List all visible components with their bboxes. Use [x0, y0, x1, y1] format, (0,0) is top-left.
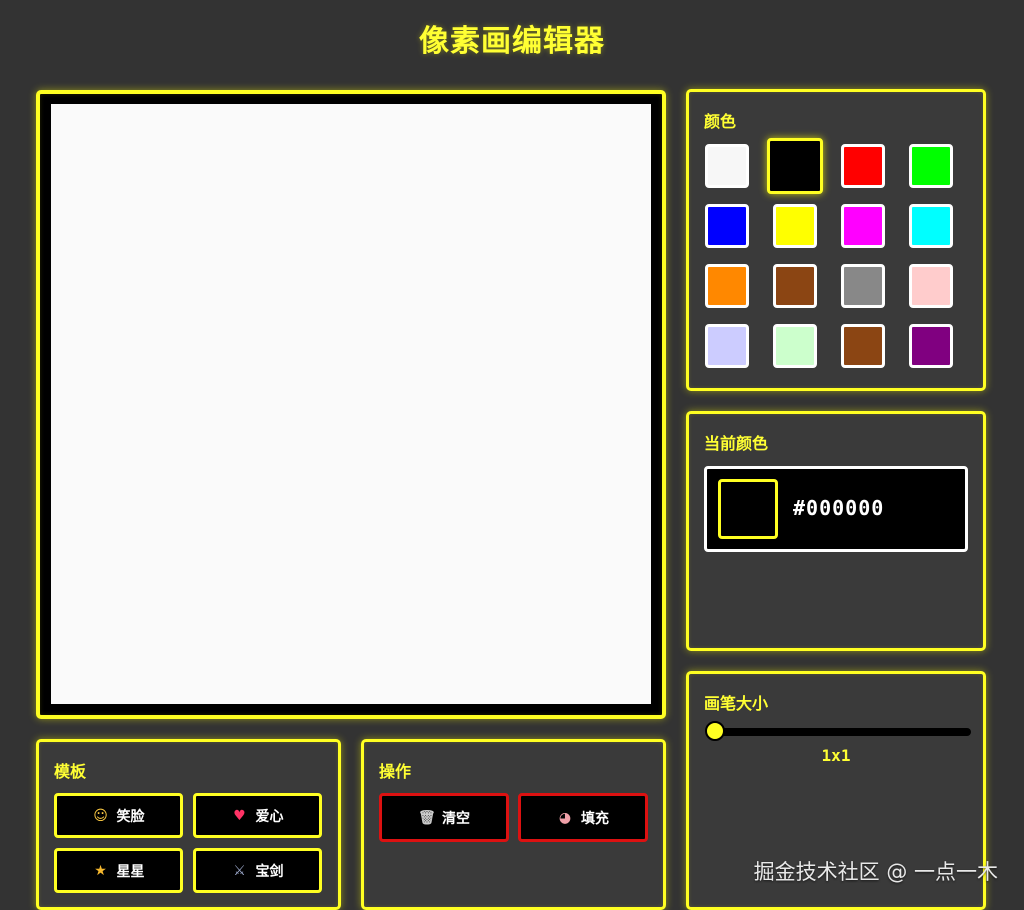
- color-swatch[interactable]: [909, 324, 953, 368]
- color-swatch[interactable]: [773, 324, 817, 368]
- clear-label: 清空: [442, 810, 470, 827]
- color-swatch[interactable]: [909, 264, 953, 308]
- smiley-icon: ☺: [93, 807, 108, 824]
- color-swatch[interactable]: [841, 144, 885, 188]
- current-color-display: #000000: [704, 466, 968, 552]
- template-sword-label: 宝剑: [255, 863, 284, 880]
- color-swatch[interactable]: [773, 264, 817, 308]
- color-swatch[interactable]: [705, 144, 749, 188]
- color-swatch[interactable]: [773, 204, 817, 248]
- color-swatch[interactable]: [705, 264, 749, 308]
- color-swatch[interactable]: [705, 324, 749, 368]
- color-swatch[interactable]: [705, 204, 749, 248]
- template-heart-label: 爱心: [255, 808, 284, 825]
- brush-size-slider-thumb[interactable]: [705, 721, 725, 741]
- brush-size-slider-track[interactable]: [709, 728, 971, 736]
- templates-panel: 模板 ☺ 笑脸 ♥ 爱心 ★ 星星 ⚔ 宝剑: [36, 739, 341, 910]
- color-swatch[interactable]: [841, 264, 885, 308]
- clear-button[interactable]: 🗑 清空: [379, 793, 509, 842]
- fill-button[interactable]: ◕ 填充: [518, 793, 648, 842]
- templates-title: 模板: [54, 762, 87, 781]
- current-color-preview: [718, 479, 778, 539]
- brush-size-value: 1x1: [821, 746, 851, 765]
- page-title: 像素画编辑器: [419, 24, 605, 59]
- color-palette-panel: 颜色: [686, 89, 986, 391]
- palette-icon: ◕: [558, 809, 572, 826]
- template-sword-button[interactable]: ⚔ 宝剑: [193, 848, 322, 893]
- template-smiley-label: 笑脸: [116, 808, 145, 825]
- fill-label: 填充: [581, 810, 609, 827]
- template-heart-button[interactable]: ♥ 爱心: [193, 793, 322, 838]
- template-star-label: 星星: [116, 863, 145, 880]
- template-star-button[interactable]: ★ 星星: [54, 848, 183, 893]
- operations-panel: 操作 🗑 清空 ◕ 填充: [361, 739, 666, 910]
- star-icon: ★: [94, 862, 107, 879]
- trash-icon: 🗑: [418, 809, 436, 826]
- palette-title: 颜色: [704, 112, 737, 131]
- pixel-canvas[interactable]: [51, 104, 651, 704]
- color-swatch[interactable]: [909, 204, 953, 248]
- color-swatch[interactable]: [767, 138, 823, 194]
- canvas-frame: [36, 90, 666, 719]
- watermark: 掘金技术社区 @ 一点一木: [753, 860, 998, 884]
- color-swatch[interactable]: [841, 204, 885, 248]
- sword-icon: ⚔: [233, 862, 246, 879]
- color-swatch[interactable]: [909, 144, 953, 188]
- template-smiley-button[interactable]: ☺ 笑脸: [54, 793, 183, 838]
- color-swatch[interactable]: [841, 324, 885, 368]
- current-color-hex: #000000: [793, 496, 885, 520]
- brush-size-title: 画笔大小: [704, 694, 769, 713]
- current-color-panel: 当前颜色 #000000: [686, 411, 986, 651]
- operations-title: 操作: [379, 762, 412, 781]
- heart-icon: ♥: [233, 807, 246, 824]
- current-color-title: 当前颜色: [704, 434, 769, 453]
